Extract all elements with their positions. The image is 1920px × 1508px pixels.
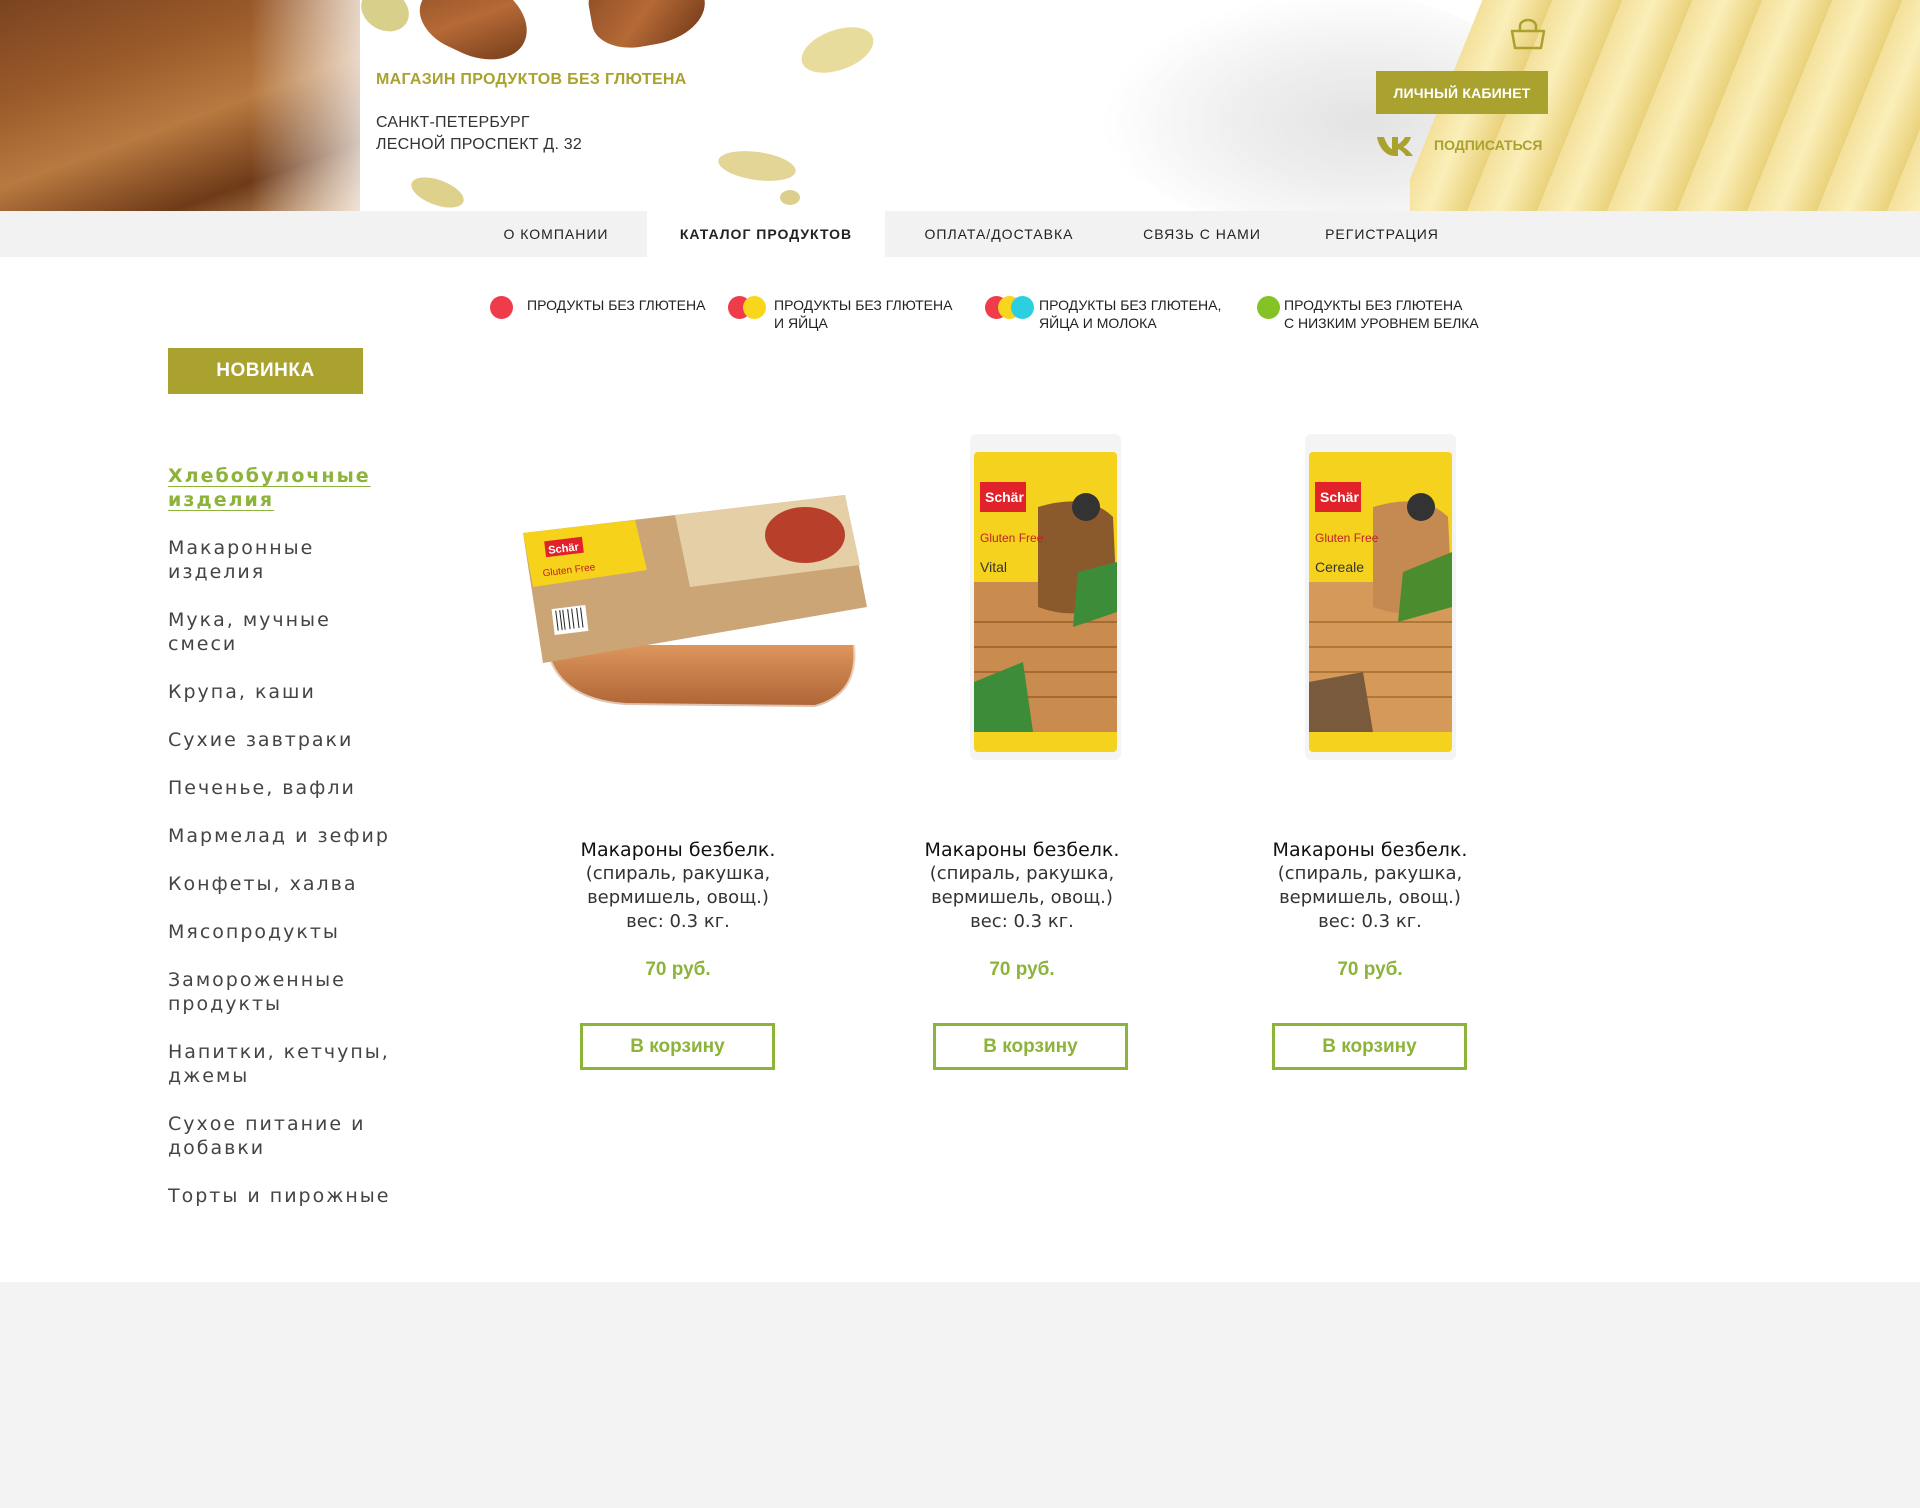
category-breakfast[interactable]: Сухие завтраки bbox=[168, 728, 398, 752]
product-title[interactable]: Макароны безбелк. bbox=[508, 838, 848, 862]
product-weight: вес: 0.3 кг. bbox=[970, 911, 1074, 932]
package-name: Cereale bbox=[1315, 559, 1364, 575]
nav-item-catalog[interactable]: КАТАЛОГ ПРОДУКТОВ bbox=[647, 211, 885, 257]
main-nav: О КОМПАНИИ КАТАЛОГ ПРОДУКТОВ ОПЛАТА/ДОСТ… bbox=[0, 211, 1920, 257]
add-to-cart-button[interactable]: В корзину bbox=[933, 1023, 1128, 1070]
site-footer bbox=[0, 1282, 1920, 1508]
product-weight: вес: 0.3 кг. bbox=[1318, 911, 1422, 932]
category-pasta[interactable]: Макаронные изделия bbox=[168, 536, 398, 584]
product-description: вермишель, овощ.) bbox=[1279, 887, 1461, 908]
seed-decoration bbox=[716, 146, 798, 186]
product-description: (спираль, ракушка, bbox=[1277, 863, 1463, 884]
category-cookies[interactable]: Печенье, вафли bbox=[168, 776, 398, 800]
nav-item-registration[interactable]: РЕГИСТРАЦИЯ bbox=[1310, 211, 1454, 257]
category-flour[interactable]: Мука, мучные смеси bbox=[168, 608, 398, 656]
shop-city: САНКТ-ПЕТЕРБУРГ bbox=[376, 114, 530, 131]
shopping-bag-icon[interactable] bbox=[1508, 18, 1548, 50]
category-bakery[interactable]: Хлебобулочные изделия bbox=[168, 464, 398, 512]
product-description: (спираль, ракушка, bbox=[585, 863, 771, 884]
product-image[interactable]: Schär Gluten Free Vital bbox=[968, 432, 1123, 762]
legend-label: ПРОДУКТЫ БЕЗ ГЛЮТЕНА bbox=[527, 297, 706, 313]
package-label: Gluten Free bbox=[1315, 531, 1379, 545]
category-marmalade[interactable]: Мармелад и зефир bbox=[168, 824, 398, 848]
product-price: 70 руб. bbox=[1337, 959, 1403, 980]
seed-decoration bbox=[795, 18, 880, 82]
brand-label: Schär bbox=[1320, 489, 1359, 505]
add-to-cart-button[interactable]: В корзину bbox=[1272, 1023, 1467, 1070]
category-cakes[interactable]: Торты и пирожные bbox=[168, 1184, 398, 1208]
product-image[interactable]: Schär Gluten Free bbox=[515, 495, 870, 710]
category-frozen[interactable]: Замороженные продукты bbox=[168, 968, 398, 1016]
product-price: 70 руб. bbox=[989, 959, 1055, 980]
category-drinks[interactable]: Напитки, кетчупы, джемы bbox=[168, 1040, 398, 1088]
product-description: (спираль, ракушка, bbox=[929, 863, 1115, 884]
nav-item-payment-delivery[interactable]: ОПЛАТА/ДОСТАВКА bbox=[902, 211, 1096, 257]
add-to-cart-button[interactable]: В корзину bbox=[580, 1023, 775, 1070]
legend-label: ПРОДУКТЫ БЕЗ ГЛЮТЕНА И ЯЙЦА bbox=[774, 297, 953, 331]
brand-label: Schär bbox=[985, 489, 1024, 505]
product-title[interactable]: Макароны безбелк. bbox=[852, 838, 1192, 862]
product-title[interactable]: Макароны безбелк. bbox=[1200, 838, 1540, 862]
category-meat[interactable]: Мясопродукты bbox=[168, 920, 398, 944]
legend-dot-yellow bbox=[743, 296, 766, 319]
legend-label: ПРОДУКТЫ БЕЗ ГЛЮТЕНА, ЯЙЦА И МОЛОКА bbox=[1039, 297, 1222, 331]
new-products-button[interactable]: НОВИНКА bbox=[168, 348, 363, 394]
product-image[interactable]: Schär Gluten Free Cereale bbox=[1303, 432, 1458, 762]
pecan-decoration bbox=[584, 0, 711, 55]
nav-item-about[interactable]: О КОМПАНИИ bbox=[478, 211, 634, 257]
product-description: вермишель, овощ.) bbox=[931, 887, 1113, 908]
category-dry-food[interactable]: Сухое питание и добавки bbox=[168, 1112, 398, 1160]
legend-dot-cyan bbox=[1011, 296, 1034, 319]
diet-legend: ПРОДУКТЫ БЕЗ ГЛЮТЕНА ПРОДУКТЫ БЕЗ ГЛЮТЕН… bbox=[0, 296, 1920, 336]
package-name: Vital bbox=[980, 559, 1007, 575]
legend-dot-green bbox=[1257, 296, 1280, 319]
package-label: Gluten Free bbox=[980, 531, 1044, 545]
product-description: вермишель, овощ.) bbox=[587, 887, 769, 908]
seed-decoration bbox=[780, 190, 800, 205]
header-image-fade bbox=[250, 0, 430, 211]
personal-cabinet-button[interactable]: ЛИЧНЫЙ КАБИНЕТ bbox=[1376, 71, 1548, 114]
category-cereals[interactable]: Крупа, каши bbox=[168, 680, 398, 704]
nav-item-contacts[interactable]: СВЯЗЬ С НАМИ bbox=[1124, 211, 1280, 257]
product-price: 70 руб. bbox=[645, 959, 711, 980]
site-header: МАГАЗИН ПРОДУКТОВ БЕЗ ГЛЮТЕНА САНКТ-ПЕТЕ… bbox=[0, 0, 1920, 211]
subscribe-link[interactable]: ПОДПИСАТЬСЯ bbox=[1434, 137, 1542, 153]
shop-address: ЛЕСНОЙ ПРОСПЕКТ Д. 32 bbox=[376, 136, 582, 153]
vk-icon[interactable] bbox=[1376, 134, 1414, 158]
legend-label: ПРОДУКТЫ БЕЗ ГЛЮТЕНА С НИЗКИМ УРОВНЕМ БЕ… bbox=[1284, 297, 1479, 331]
category-candy[interactable]: Конфеты, халва bbox=[168, 872, 398, 896]
legend-dot-red bbox=[490, 296, 513, 319]
shop-title: МАГАЗИН ПРОДУКТОВ БЕЗ ГЛЮТЕНА bbox=[376, 71, 687, 88]
product-weight: вес: 0.3 кг. bbox=[626, 911, 730, 932]
